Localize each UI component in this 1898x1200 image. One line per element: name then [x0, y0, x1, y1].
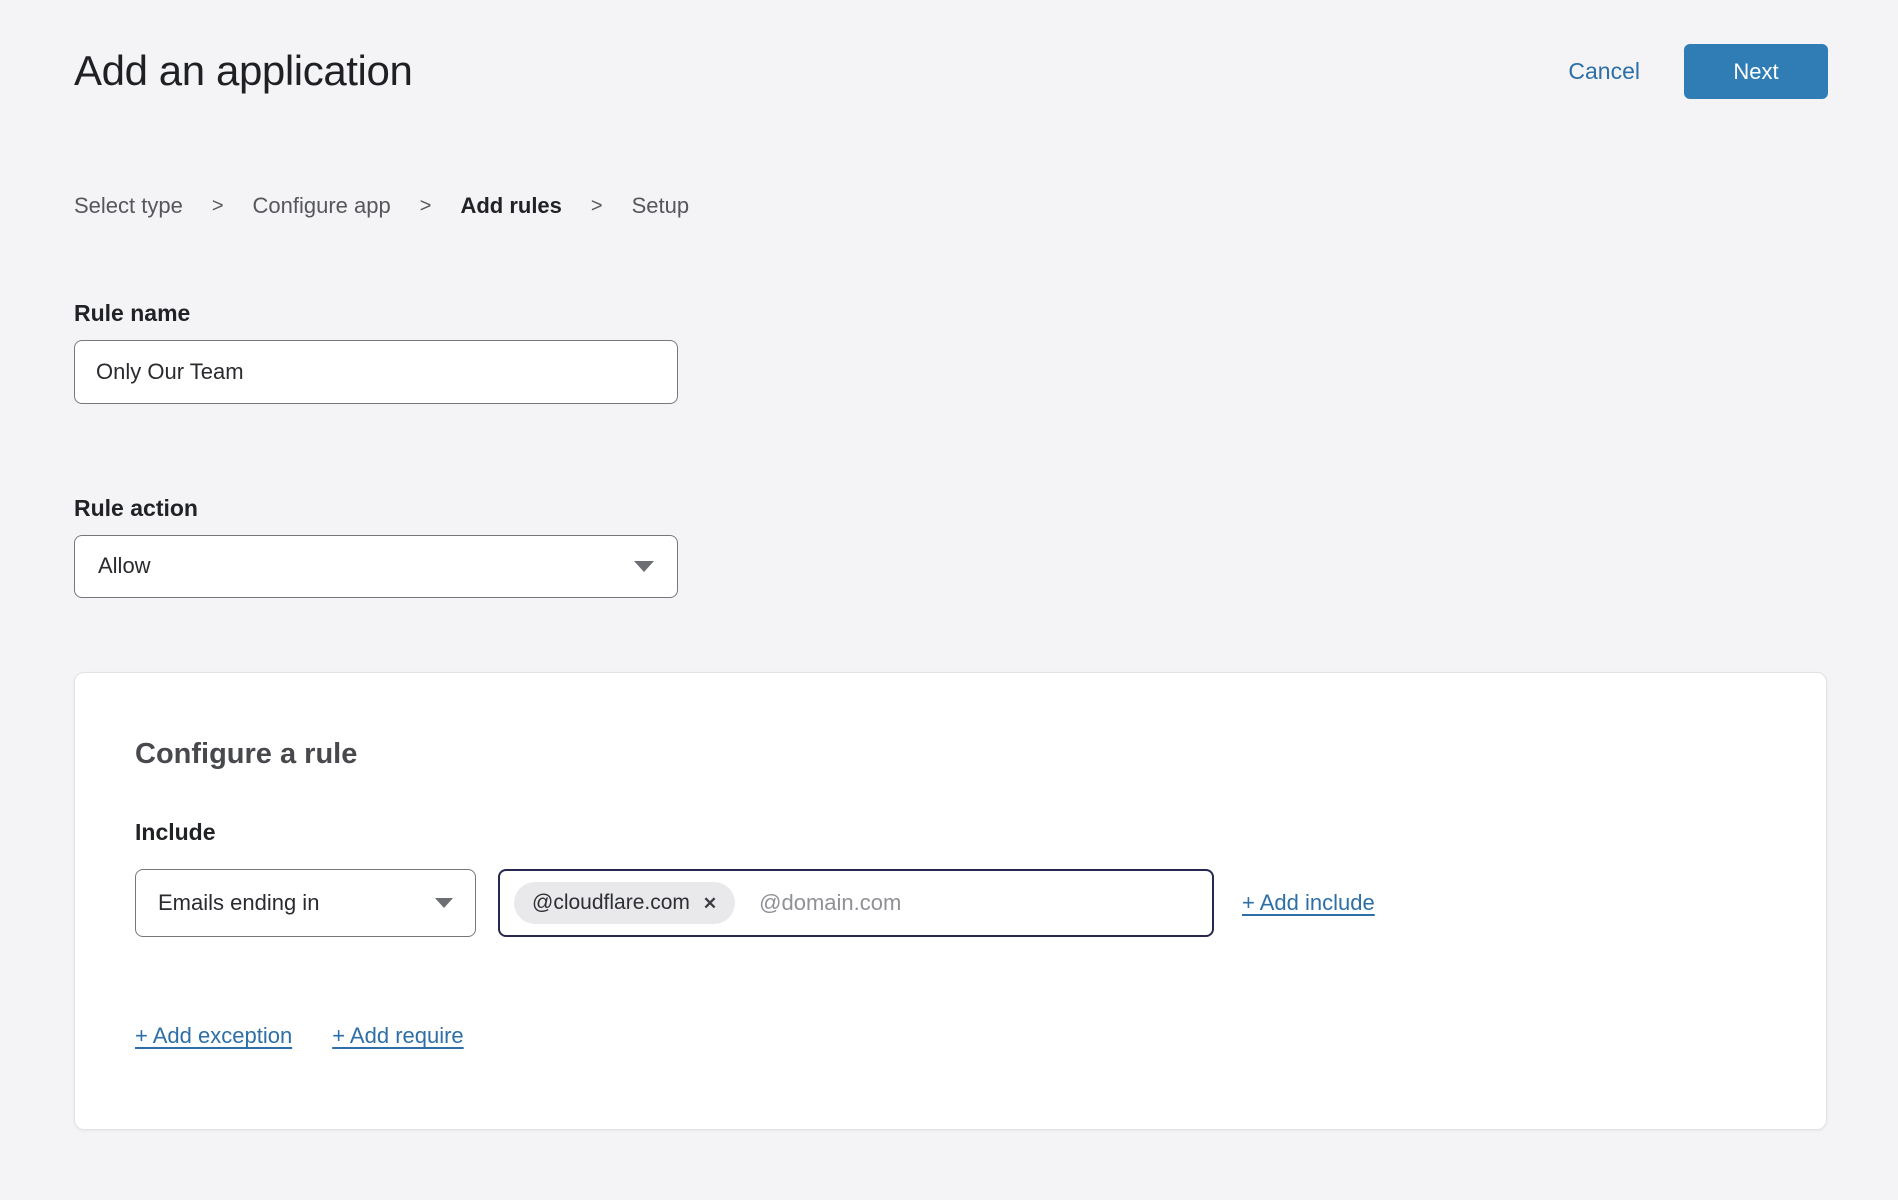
configure-rule-card: Configure a rule Include Emails ending i… [74, 672, 1827, 1131]
breadcrumb-step-add-rules[interactable]: Add rules [460, 193, 561, 219]
header-actions: Cancel Next [1568, 44, 1828, 99]
chevron-down-icon [435, 898, 453, 908]
chip-remove-icon[interactable]: ✕ [703, 895, 717, 912]
include-rule-row: Emails ending in @cloudflare.com ✕ + Add… [135, 869, 1766, 937]
include-label: Include [135, 818, 1766, 847]
domain-entry-input[interactable] [759, 890, 1198, 916]
rule-name-label: Rule name [74, 299, 1828, 328]
rule-action-selected-value: Allow [98, 553, 151, 579]
next-button[interactable]: Next [1684, 44, 1828, 99]
breadcrumb-step-select-type[interactable]: Select type [74, 193, 183, 219]
breadcrumb-step-setup[interactable]: Setup [632, 193, 690, 219]
rule-action-select[interactable]: Allow [74, 535, 678, 598]
breadcrumb-step-configure-app[interactable]: Configure app [253, 193, 391, 219]
chip-label: @cloudflare.com [532, 891, 690, 915]
breadcrumb-separator: > [212, 195, 224, 218]
add-application-page: Add an application Cancel Next Select ty… [0, 0, 1898, 1130]
rule-action-label: Rule action [74, 494, 1828, 523]
add-exception-link[interactable]: + Add exception [135, 1023, 292, 1049]
rule-name-input[interactable] [74, 340, 678, 404]
page-title: Add an application [74, 45, 412, 98]
rule-footer-links: + Add exception + Add require [135, 1023, 1766, 1049]
include-selector-dropdown[interactable]: Emails ending in [135, 869, 476, 937]
breadcrumb-separator: > [591, 195, 603, 218]
include-value-tag-input[interactable]: @cloudflare.com ✕ [498, 869, 1214, 937]
email-domain-chip: @cloudflare.com ✕ [514, 882, 735, 924]
breadcrumb: Select type > Configure app > Add rules … [74, 193, 1828, 219]
add-include-link[interactable]: + Add include [1242, 890, 1375, 916]
card-heading: Configure a rule [135, 739, 1766, 771]
page-header: Add an application Cancel Next [74, 0, 1828, 99]
include-selector-value: Emails ending in [158, 890, 319, 916]
breadcrumb-separator: > [420, 195, 432, 218]
chevron-down-icon [634, 561, 654, 572]
cancel-button[interactable]: Cancel [1568, 58, 1640, 85]
add-require-link[interactable]: + Add require [332, 1023, 463, 1049]
